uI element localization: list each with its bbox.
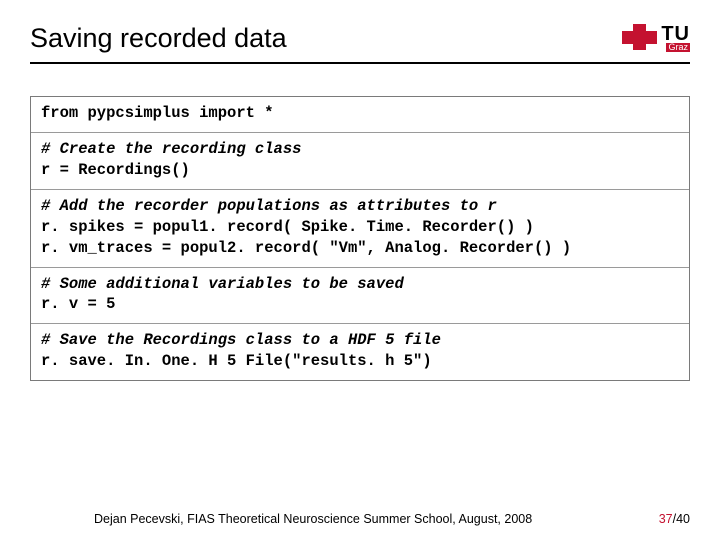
code-line: r. vm_traces = popul2. record( "Vm", Ana… <box>41 238 679 259</box>
page-current: 37 <box>659 512 673 526</box>
header-divider <box>30 62 690 64</box>
header: Saving recorded data TU Graz <box>30 14 690 62</box>
code-comment: # Some additional variables to be saved <box>41 274 679 295</box>
code-block: from pypcsimplus import * # Create the r… <box>30 96 690 381</box>
page-total: 40 <box>676 512 690 526</box>
logo-tu: TU <box>661 24 690 44</box>
code-row: # Add the recorder populations as attrib… <box>31 190 689 268</box>
logo: TU Graz <box>615 24 690 52</box>
code-comment: # Add the recorder populations as attrib… <box>41 196 679 217</box>
code-comment: # Create the recording class <box>41 139 679 160</box>
code-comment: # Save the Recordings class to a HDF 5 f… <box>41 330 679 351</box>
code-line: from pypcsimplus import * <box>41 103 679 124</box>
slide: Saving recorded data TU Graz from pypcsi… <box>0 0 720 540</box>
code-row: from pypcsimplus import * <box>31 97 689 133</box>
code-line: r = Recordings() <box>41 160 679 181</box>
code-line: r. spikes = popul1. record( Spike. Time.… <box>41 217 679 238</box>
page-number: 37/40 <box>659 512 690 526</box>
code-row: # Some additional variables to be saved … <box>31 268 689 325</box>
code-row: # Create the recording class r = Recordi… <box>31 133 689 190</box>
page-title: Saving recorded data <box>30 23 287 54</box>
logo-text: TU Graz <box>661 24 690 52</box>
footer-text: Dejan Pecevski, FIAS Theoretical Neurosc… <box>94 512 532 526</box>
code-line: r. save. In. One. H 5 File("results. h 5… <box>41 351 679 372</box>
logo-graz: Graz <box>666 43 690 52</box>
code-row: # Save the Recordings class to a HDF 5 f… <box>31 324 689 380</box>
footer: Dejan Pecevski, FIAS Theoretical Neurosc… <box>30 512 690 526</box>
code-line: r. v = 5 <box>41 294 679 315</box>
logo-squares-icon <box>615 24 657 52</box>
